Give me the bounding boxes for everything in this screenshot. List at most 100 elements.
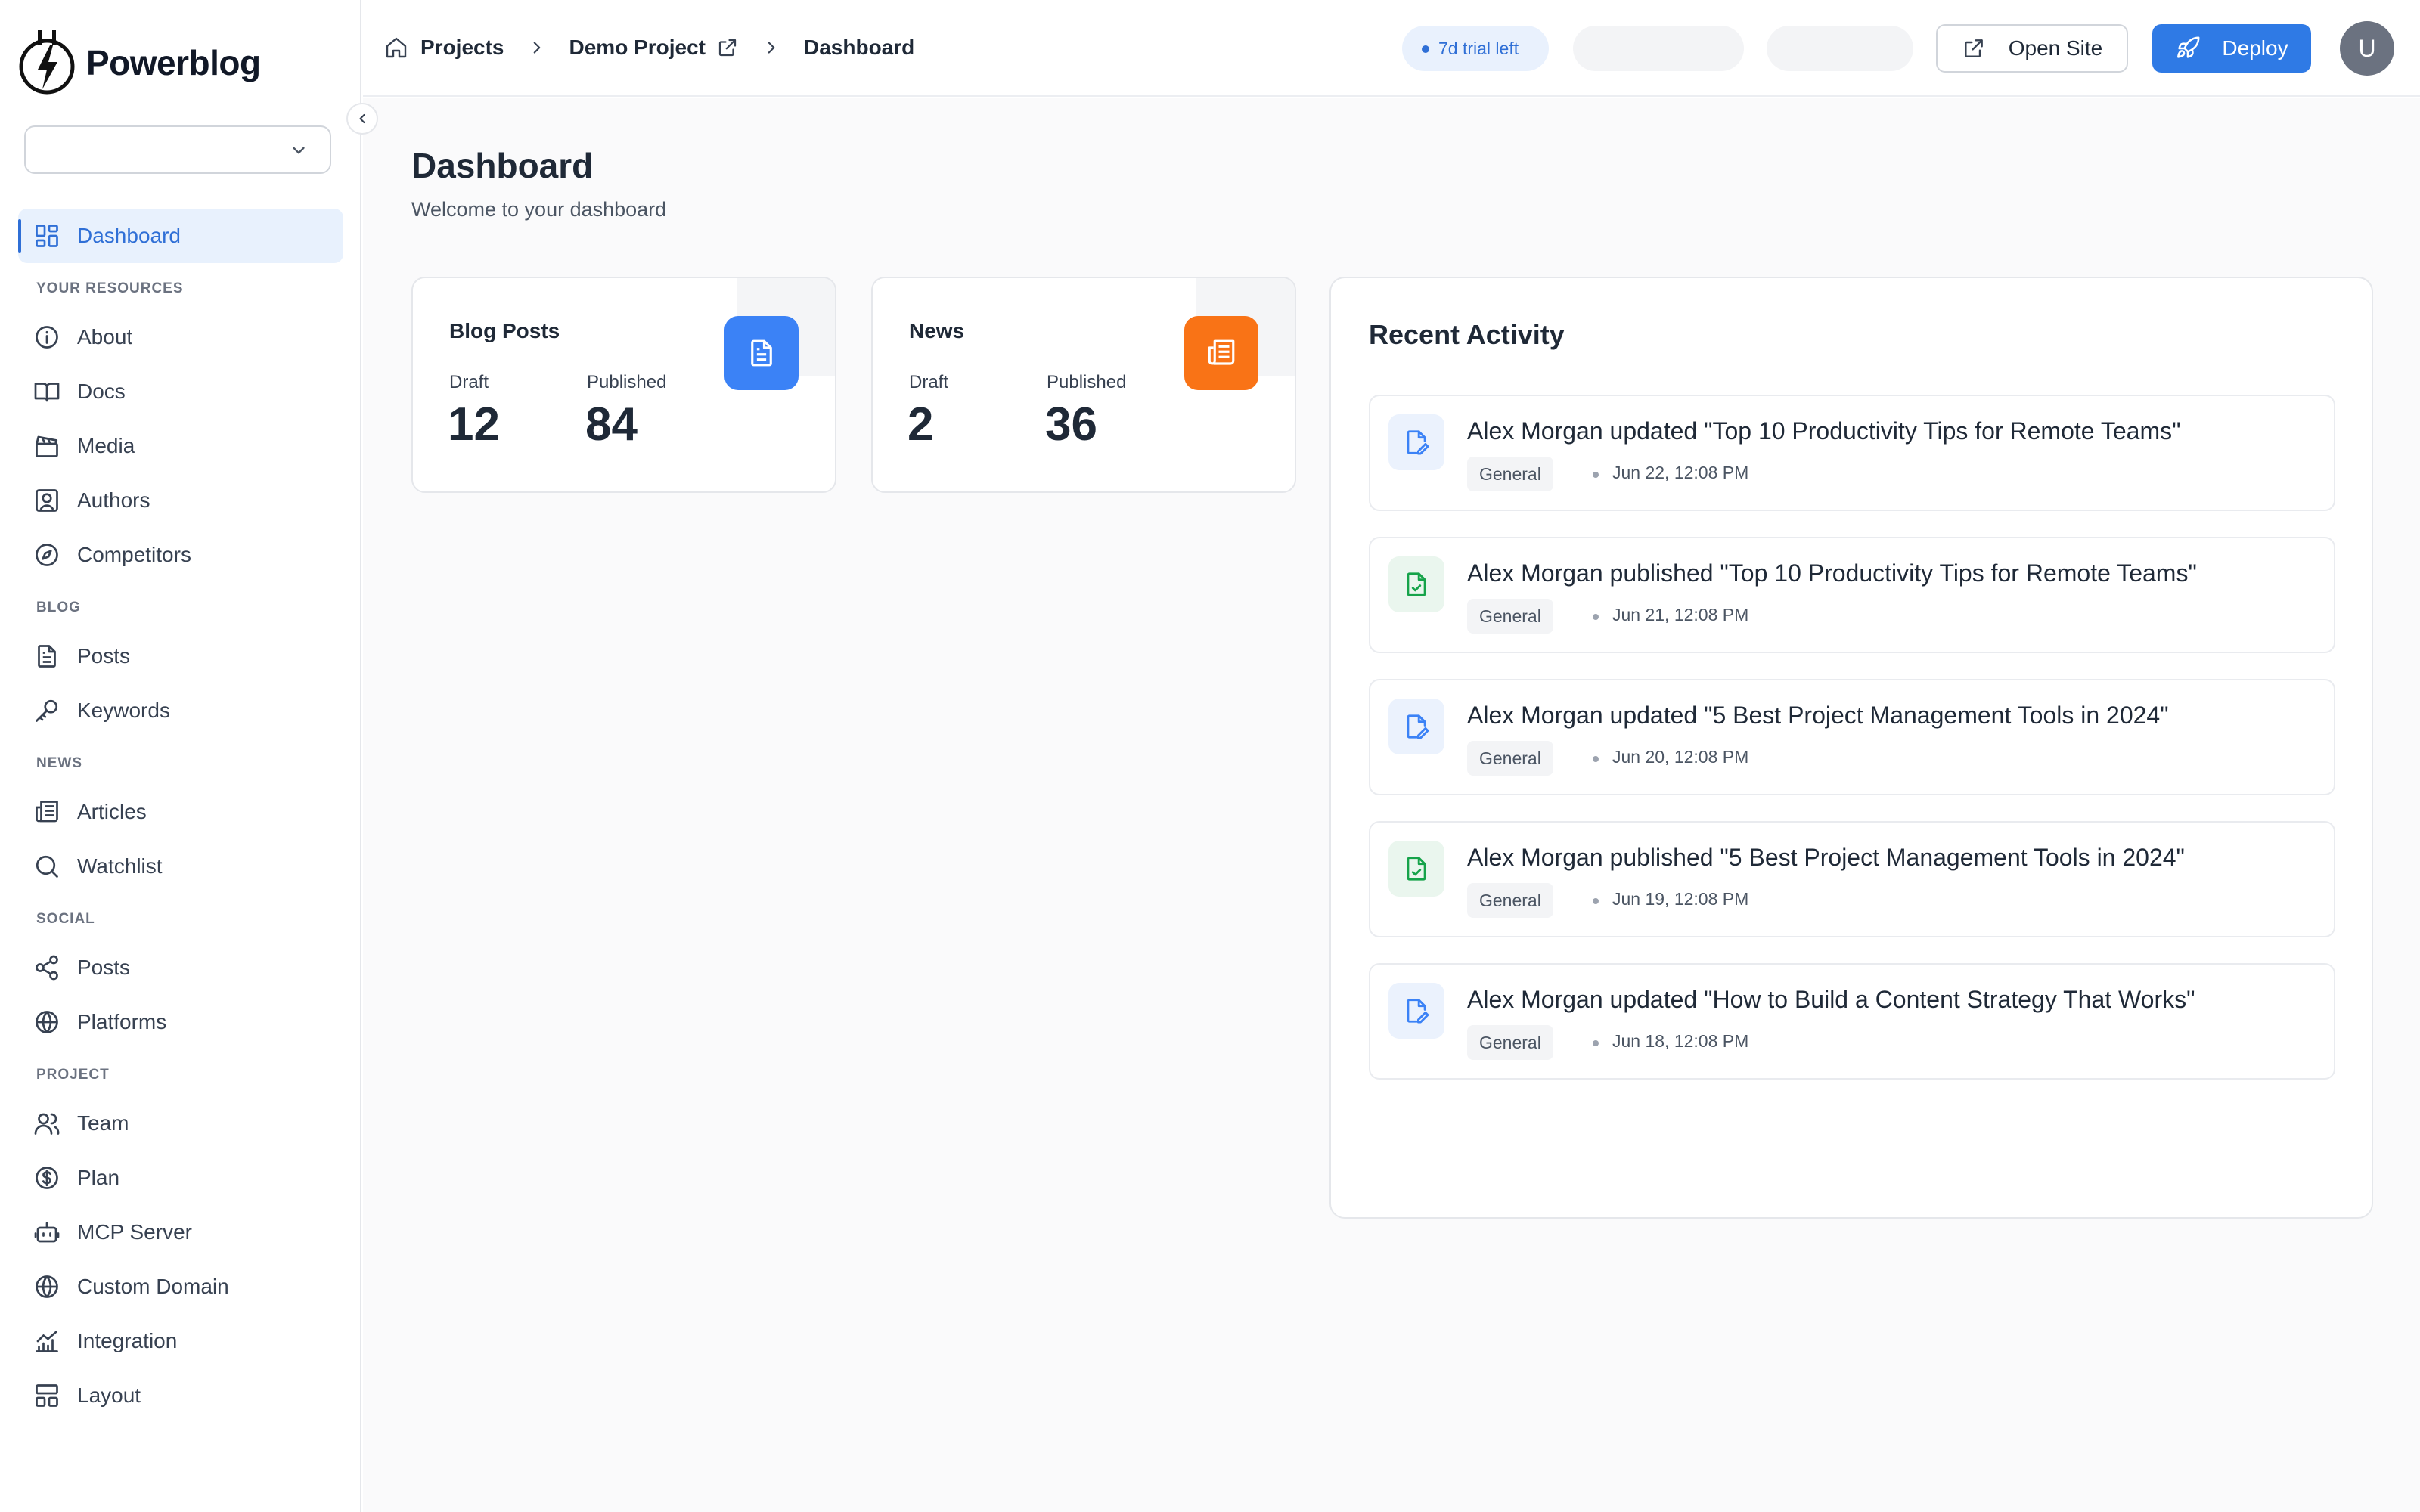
deploy-button[interactable]: Deploy [2152, 24, 2311, 73]
sidebar-item-integration[interactable]: Integration [18, 1314, 343, 1368]
section-your-resources: YOUR RESOURCES [36, 280, 184, 296]
sidebar-item-label: Plan [77, 1166, 120, 1189]
trial-text: 7d trial left [1438, 38, 1519, 58]
info-icon [36, 326, 58, 349]
breadcrumb-projects[interactable]: Projects [420, 36, 504, 60]
activity-icon [1388, 414, 1444, 470]
stat-card-news[interactable]: News Draft 2 Published 36 [871, 277, 1296, 493]
sidebar-item-label: MCP Server [77, 1220, 192, 1244]
loading-placeholder [1767, 26, 1913, 71]
activity-item[interactable]: Alex Morgan published "5 Best Project Ma… [1369, 821, 2335, 937]
separator-dot [1593, 472, 1599, 478]
activity-icon [1388, 841, 1444, 897]
status-dot [1422, 45, 1429, 53]
home-icon[interactable] [384, 36, 408, 60]
draft-count: 2 [908, 398, 934, 451]
sidebar-item-label: About [77, 325, 133, 349]
sidebar-item-media[interactable]: Media [18, 419, 343, 473]
external-link-icon[interactable] [716, 36, 739, 59]
draft-count: 12 [448, 398, 500, 451]
layout-icon [36, 1384, 58, 1407]
avatar[interactable]: U [2340, 21, 2394, 76]
stat-card-blog-posts[interactable]: Blog Posts Draft 12 Published 84 [411, 277, 836, 493]
file-check-icon [1407, 572, 1426, 596]
file-edit-icon [1407, 714, 1429, 739]
published-count: 36 [1045, 398, 1097, 451]
sidebar-item-label: Docs [77, 380, 126, 403]
sidebar-item-label: Articles [77, 800, 147, 823]
app-window: Powerblog Dashboard YOUR RESOURCES About… [0, 0, 2420, 1512]
brand-logo[interactable]: Powerblog [17, 29, 261, 97]
separator-dot [1593, 1040, 1599, 1046]
activity-item[interactable]: Alex Morgan published "Top 10 Productivi… [1369, 537, 2335, 653]
sidebar-item-watchlist[interactable]: Watchlist [18, 839, 343, 894]
sidebar-item-dashboard[interactable]: Dashboard [18, 209, 343, 263]
project-select[interactable] [24, 125, 331, 174]
document-icon [751, 339, 772, 367]
separator-dot [1593, 756, 1599, 762]
compass-icon [36, 544, 58, 566]
sidebar-item-label: Platforms [77, 1010, 167, 1033]
sidebar-item-label: Media [77, 434, 135, 457]
breadcrumb-demo-project[interactable]: Demo Project [569, 36, 706, 60]
activity-item[interactable]: Alex Morgan updated "How to Build a Cont… [1369, 963, 2335, 1080]
sidebar-item-label: Authors [77, 488, 150, 512]
globe-icon [36, 1011, 58, 1033]
sidebar-item-docs[interactable]: Docs [18, 364, 343, 419]
sidebar-item-mcp-server[interactable]: MCP Server [18, 1205, 343, 1259]
sidebar-item-keywords[interactable]: Keywords [18, 683, 343, 738]
sidebar-item-plan[interactable]: Plan [18, 1151, 343, 1205]
separator-dot [1593, 614, 1599, 620]
newspaper-icon [1208, 339, 1235, 365]
category-badge: General [1467, 741, 1553, 776]
activity-timestamp: Jun 22, 12:08 PM [1612, 463, 1749, 482]
activity-timestamp: Jun 19, 12:08 PM [1612, 889, 1749, 909]
sidebar-item-about[interactable]: About [18, 310, 343, 364]
topbar: Projects Demo Project Dashboard 7d trial… [363, 0, 2420, 97]
sidebar-item-platforms[interactable]: Platforms [18, 995, 343, 1049]
section-news: NEWS [36, 755, 82, 771]
sidebar-item-label: Posts [77, 644, 131, 668]
open-site-button[interactable]: Open Site [1936, 24, 2128, 73]
key-icon [36, 699, 58, 722]
sidebar-item-layout[interactable]: Layout [18, 1368, 343, 1423]
recent-activity-panel: Recent Activity Alex Morgan updated "Top… [1329, 277, 2373, 1219]
sidebar-item-authors[interactable]: Authors [18, 473, 343, 528]
activity-icon [1388, 699, 1444, 754]
draft-label: Draft [909, 372, 949, 392]
section-social: SOCIAL [36, 911, 95, 927]
sidebar-item-label: Keywords [77, 699, 170, 722]
brand-name: Powerblog [86, 43, 261, 82]
activity-item[interactable]: Alex Morgan updated "Top 10 Productivity… [1369, 395, 2335, 511]
trial-badge[interactable]: 7d trial left [1402, 26, 1549, 71]
chevron-left-icon [359, 113, 365, 124]
collapse-sidebar-button[interactable] [346, 103, 378, 135]
category-badge: General [1467, 883, 1553, 918]
published-label: Published [1047, 372, 1127, 392]
sidebar-item-competitors[interactable]: Competitors [18, 528, 343, 582]
activity-text: Alex Morgan published "5 Best Project Ma… [1467, 844, 2185, 871]
sidebar-item-blog-posts[interactable]: Posts [18, 629, 343, 683]
activity-timestamp: Jun 21, 12:08 PM [1612, 605, 1749, 624]
sidebar-item-label: Layout [77, 1383, 141, 1407]
file-text-icon [38, 645, 56, 668]
deploy-label: Deploy [2222, 36, 2288, 60]
share-icon [36, 955, 58, 981]
chevron-right-icon [533, 42, 540, 54]
activity-text: Alex Morgan updated "Top 10 Productivity… [1467, 417, 2181, 445]
activity-timestamp: Jun 20, 12:08 PM [1612, 747, 1749, 767]
activity-timestamp: Jun 18, 12:08 PM [1612, 1031, 1749, 1051]
activity-item[interactable]: Alex Morgan updated "5 Best Project Mana… [1369, 679, 2335, 795]
breadcrumb: Projects Demo Project Dashboard [384, 30, 914, 65]
rocket-icon [2177, 36, 2200, 58]
stat-card-icon [1184, 316, 1258, 390]
sidebar-item-articles[interactable]: Articles [18, 785, 343, 839]
sidebar-item-team[interactable]: Team [18, 1096, 343, 1151]
clapperboard-icon [36, 435, 58, 457]
activity-text: Alex Morgan updated "5 Best Project Mana… [1467, 702, 2169, 729]
file-check-icon [1407, 857, 1426, 881]
open-site-label: Open Site [2008, 36, 2103, 60]
sidebar-item-custom-domain[interactable]: Custom Domain [18, 1259, 343, 1314]
page-subtitle: Welcome to your dashboard [411, 198, 667, 221]
sidebar-item-social-posts[interactable]: Posts [18, 940, 343, 995]
